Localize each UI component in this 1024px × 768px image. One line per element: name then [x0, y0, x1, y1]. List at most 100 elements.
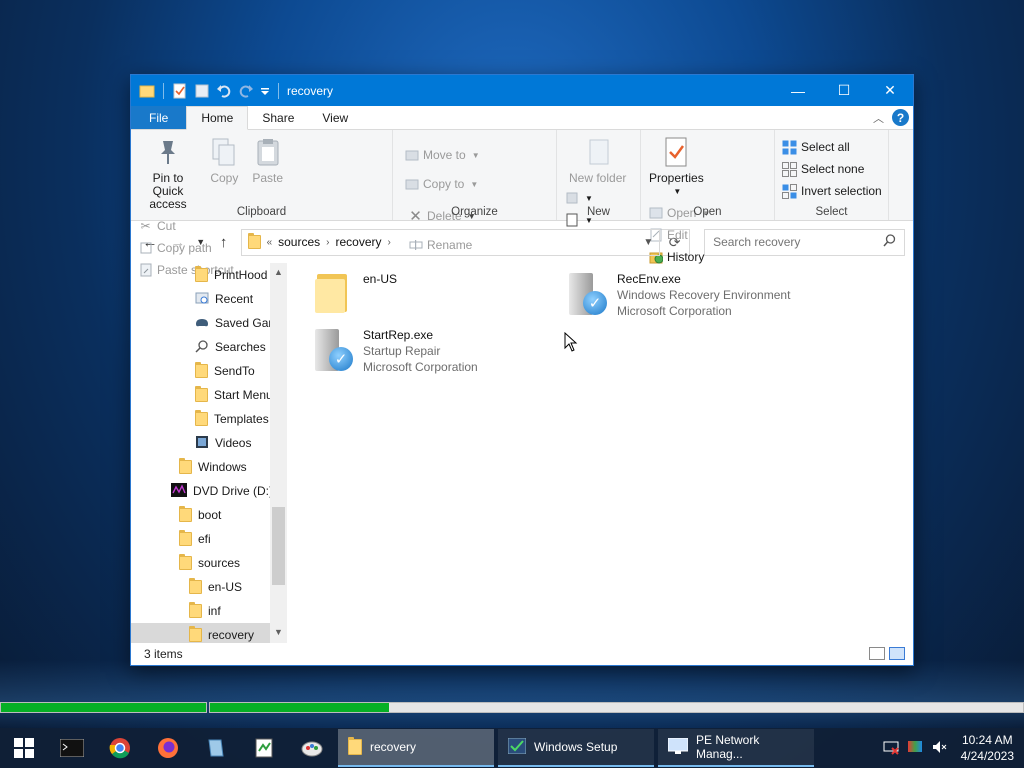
item-count: 3 items: [144, 647, 183, 661]
minimize-button[interactable]: —: [775, 75, 821, 106]
address-dropdown-icon[interactable]: ▼: [643, 237, 653, 248]
new-group-label: New: [586, 206, 610, 218]
folder-icon: [195, 410, 208, 426]
desktop-background: [0, 660, 1024, 730]
organize-group-label: Organize: [451, 206, 498, 218]
nav-item-inf[interactable]: inf: [131, 599, 287, 623]
firefox-icon[interactable]: [144, 728, 192, 768]
scroll-down-icon[interactable]: ▼: [270, 627, 287, 637]
nav-item-recovery[interactable]: recovery: [131, 623, 287, 643]
redo-icon[interactable]: [238, 83, 254, 99]
details-view-icon[interactable]: [869, 647, 885, 660]
copy-path-label: Copy path: [157, 241, 212, 255]
select-all-button[interactable]: Select all: [779, 136, 885, 158]
cut-button[interactable]: ✂ Cut: [135, 215, 237, 237]
collapse-ribbon-icon[interactable]: ︿: [873, 110, 884, 126]
network-status-icon[interactable]: [883, 739, 899, 758]
invert-selection-button[interactable]: Invert selection: [779, 180, 885, 202]
notepad-icon[interactable]: [192, 728, 240, 768]
paste-button[interactable]: Paste: [248, 134, 288, 187]
open-group-label: Open: [693, 206, 722, 218]
taskbar-app-pe-network-manager[interactable]: PE Network Manag...: [658, 729, 814, 767]
nav-item-en-us[interactable]: en-US: [131, 575, 287, 599]
chevron-right-icon[interactable]: ›: [388, 237, 391, 248]
nav-item-sendto[interactable]: SendTo: [131, 359, 287, 383]
nav-item-label: Recent: [215, 292, 254, 306]
nav-item-label: inf: [208, 604, 221, 618]
pin-to-quick-access-button[interactable]: Pin to Quick access: [135, 134, 201, 213]
file-item-recenv[interactable]: ✓ RecEnv.exe Windows Recovery Environmen…: [565, 271, 790, 319]
separator: [278, 82, 279, 99]
move-to-icon: [404, 148, 419, 163]
taskbar-app-recovery[interactable]: recovery: [338, 729, 494, 767]
nav-item-dvd-drive[interactable]: DVD Drive (D:): [131, 479, 287, 503]
start-button[interactable]: [0, 728, 48, 768]
chrome-icon[interactable]: [96, 728, 144, 768]
nav-item-printhood[interactable]: PrintHood: [131, 263, 287, 287]
nav-item-windows[interactable]: Windows: [131, 455, 287, 479]
copy-to-label: Copy to: [423, 177, 465, 191]
address-bar[interactable]: « sources › recovery › ▼: [240, 228, 661, 256]
nav-item-saved-games[interactable]: Saved Gan: [131, 311, 287, 335]
copy-to-button[interactable]: Copy to ▼: [401, 173, 483, 195]
nav-item-boot[interactable]: boot: [131, 503, 287, 527]
select-all-label: Select all: [801, 140, 850, 154]
nav-item-templates[interactable]: Templates: [131, 407, 287, 431]
tab-file[interactable]: File: [131, 106, 187, 129]
scroll-up-icon[interactable]: ▲: [270, 267, 287, 277]
search-box[interactable]: [704, 228, 906, 256]
ribbon-tabs: File Home Share View ︿ ?: [131, 106, 913, 130]
breadcrumb-overflow[interactable]: «: [267, 237, 273, 248]
chevron-right-icon[interactable]: ›: [326, 237, 329, 248]
tab-share[interactable]: Share: [248, 106, 308, 129]
new-folder-button[interactable]: New folder: [565, 134, 630, 187]
breadcrumb-sources[interactable]: sources: [278, 235, 320, 249]
nav-item-start-menu[interactable]: Start Menu: [131, 383, 287, 407]
nav-item-recent[interactable]: Recent: [131, 287, 287, 311]
search-input[interactable]: [713, 235, 874, 249]
command-prompt-icon[interactable]: [48, 728, 96, 768]
select-none-button[interactable]: Select none: [779, 158, 885, 180]
copy-path-button[interactable]: Copy path: [135, 237, 237, 259]
nav-item-searches[interactable]: Searches: [131, 335, 287, 359]
file-description: Startup Repair: [363, 344, 441, 358]
customize-qat-icon[interactable]: [260, 83, 270, 99]
editor-icon[interactable]: [240, 728, 288, 768]
nav-item-label: en-US: [208, 580, 243, 594]
properties-qat-icon[interactable]: [172, 83, 188, 99]
scrollbar-thumb[interactable]: [272, 507, 285, 585]
tiles-view-icon[interactable]: [889, 647, 905, 660]
clock[interactable]: 10:24 AM 4/24/2023: [961, 732, 1014, 764]
nav-item-label: recovery: [208, 628, 255, 642]
explorer-body: PrintHood Recent Saved Gan Searches Send…: [131, 263, 913, 643]
nav-item-efi[interactable]: efi: [131, 527, 287, 551]
nav-pane-scrollbar[interactable]: ▲ ▼: [270, 263, 287, 643]
tab-view[interactable]: View: [308, 106, 362, 129]
new-folder-qat-icon[interactable]: [194, 83, 210, 99]
maximize-button[interactable]: ☐: [821, 75, 867, 106]
volume-muted-icon[interactable]: [931, 739, 947, 758]
nav-item-videos[interactable]: Videos: [131, 431, 287, 455]
copy-button[interactable]: Copy: [204, 134, 244, 187]
paint-icon[interactable]: [288, 728, 336, 768]
new-folder-icon: [582, 136, 614, 168]
taskbar-app-windows-setup[interactable]: Windows Setup: [498, 729, 654, 767]
tab-home[interactable]: Home: [186, 106, 249, 130]
nav-item-sources[interactable]: sources: [131, 551, 287, 575]
copy-to-icon: [404, 177, 419, 192]
close-button[interactable]: ✕: [867, 75, 913, 106]
progress-fill-2: [210, 703, 389, 712]
status-bar: 3 items: [131, 643, 913, 665]
breadcrumb-recovery[interactable]: recovery: [336, 235, 382, 249]
folder-icon: [189, 626, 202, 642]
title-bar[interactable]: recovery — ☐ ✕: [131, 75, 913, 106]
properties-button[interactable]: Properties ▼: [645, 134, 708, 200]
undo-icon[interactable]: [216, 83, 232, 99]
progress-segment-1: [0, 702, 207, 713]
system-tray: 10:24 AM 4/24/2023: [883, 728, 1024, 768]
display-settings-icon[interactable]: [907, 739, 923, 758]
help-icon[interactable]: ?: [892, 109, 909, 126]
move-to-button[interactable]: Move to ▼: [401, 144, 483, 166]
file-item-startrep[interactable]: ✓ StartRep.exe Startup Repair Microsoft …: [311, 327, 478, 375]
file-item-en-us[interactable]: en-US: [315, 271, 397, 313]
